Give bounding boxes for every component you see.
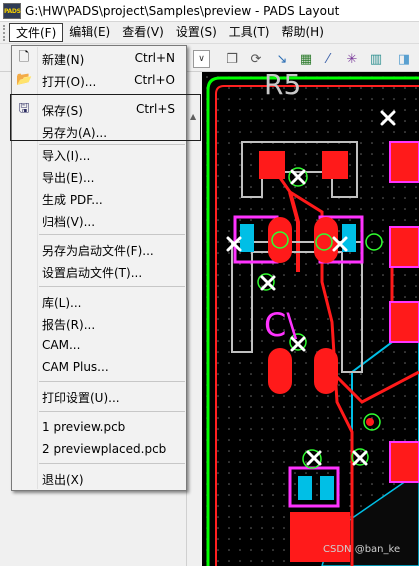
menu-bar: 文件(F) 编辑(E) 查看(V) 设置(S) 工具(T) 帮助(H) (0, 22, 419, 44)
menu-view[interactable]: 查看(V) (116, 23, 170, 42)
draw-line-icon[interactable]: ⁄ (318, 49, 338, 69)
menu-file[interactable]: 文件(F) (9, 23, 64, 42)
menu-edit[interactable]: 编辑(E) (63, 23, 116, 42)
menu-item-cam[interactable]: CAM... (13, 334, 185, 356)
menu-help[interactable]: 帮助(H) (276, 23, 330, 42)
menu-item-cam-plus[interactable]: CAM Plus... (13, 356, 185, 378)
component-icon[interactable]: ✳ (342, 49, 362, 69)
save-items-highlight-frame (10, 94, 201, 141)
watermark: CSDN @ban_ke (323, 544, 401, 555)
pcb-canvas[interactable]: R5 C\ (202, 72, 419, 566)
menu-separator (39, 381, 185, 382)
menu-item-import[interactable]: 导入(I)... (13, 143, 185, 165)
refresh-icon[interactable]: ⟳ (246, 49, 266, 69)
menu-item-recent-2[interactable]: 2 previewplaced.pcb (13, 438, 185, 460)
menu-item-print-setup[interactable]: 打印设置(U)... (13, 385, 185, 407)
new-file-icon: 🗋 (18, 50, 30, 65)
menu-item-save-as-startup[interactable]: 另存为启动文件(F)... (13, 238, 185, 260)
title-bar: PADS G:\HW\PADS\project\Samples\preview … (0, 0, 419, 22)
menu-item-archive[interactable]: 归档(V)... (13, 209, 185, 231)
pads-app-icon: PADS (3, 2, 21, 19)
menu-separator (39, 234, 185, 235)
menu-tools[interactable]: 工具(T) (223, 23, 276, 42)
menu-item-generate-pdf[interactable]: 生成 PDF... (13, 187, 185, 209)
window-title: G:\HW\PADS\project\Samples\preview - PAD… (25, 3, 340, 18)
via-icon[interactable]: ▥ (366, 49, 386, 69)
menu-separator (39, 411, 185, 412)
menu-item-recent-1[interactable]: 1 preview.pcb (13, 416, 185, 438)
pcb-drawing: R5 C\ (202, 72, 419, 566)
menu-item-set-startup[interactable]: 设置启动文件(T)... (13, 260, 185, 282)
menu-separator (39, 463, 185, 464)
copy-icon[interactable]: ❐ (222, 49, 242, 69)
menu-item-export[interactable]: 导出(E)... (13, 165, 185, 187)
menu-item-open[interactable]: 📂 打开(O)... Ctrl+O (13, 69, 185, 91)
ref-designator-c: C\ (264, 306, 297, 344)
menu-item-new[interactable]: 🗋 新建(N) Ctrl+N (13, 47, 185, 69)
menu-item-library[interactable]: 库(L)... (13, 290, 185, 312)
layer-select-dropdown-arrow[interactable]: ∨ (193, 50, 210, 68)
route-icon[interactable]: ↘ (272, 49, 292, 69)
panel-scrollbar[interactable]: ▲ (186, 72, 202, 566)
menu-separator (39, 286, 185, 287)
menu-item-exit[interactable]: 退出(X) (13, 467, 185, 489)
open-folder-icon: 📂 (16, 72, 33, 87)
menu-setup[interactable]: 设置(S) (170, 23, 223, 42)
board-icon[interactable]: ▦ (296, 49, 316, 69)
layer-icon[interactable]: ◨ (394, 49, 414, 69)
ref-designator-r5: R5 (264, 72, 301, 101)
menu-item-reports[interactable]: 报告(R)... (13, 312, 185, 334)
